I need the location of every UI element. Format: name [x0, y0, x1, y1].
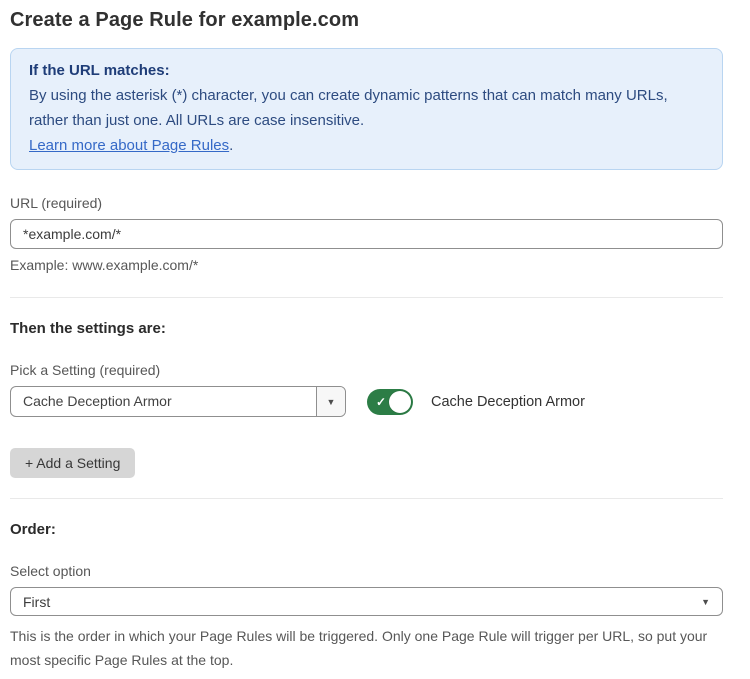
setting-row: Cache Deception Armor ▼ ✓ Cache Deceptio…: [10, 386, 723, 417]
check-icon: ✓: [376, 395, 386, 409]
section-divider: [10, 297, 723, 298]
caret-down-icon: ▼: [327, 397, 336, 407]
select-option-label: Select option: [10, 563, 723, 579]
order-section-heading: Order:: [10, 521, 723, 538]
url-example-helper: Example: www.example.com/*: [10, 257, 723, 273]
learn-more-link[interactable]: Learn more about Page Rules: [29, 137, 229, 154]
toggle-knob: [389, 391, 411, 413]
setting-toggle-label: Cache Deception Armor: [431, 394, 585, 410]
setting-toggle[interactable]: ✓: [367, 389, 413, 415]
setting-dropdown-value: Cache Deception Armor: [11, 387, 316, 416]
info-box-heading: If the URL matches:: [29, 58, 704, 83]
create-page-rule-form: Create a Page Rule for example.com If th…: [0, 0, 750, 679]
url-field-label: URL (required): [10, 195, 723, 211]
dropdown-arrow-button[interactable]: ▼: [316, 387, 345, 416]
info-box-body: By using the asterisk (*) character, you…: [29, 83, 704, 133]
section-divider: [10, 498, 723, 499]
url-input[interactable]: [10, 219, 723, 249]
settings-section-heading: Then the settings are:: [10, 320, 723, 337]
order-select[interactable]: First ▼: [10, 587, 723, 616]
url-matches-info-box: If the URL matches: By using the asteris…: [10, 48, 723, 170]
pick-setting-label: Pick a Setting (required): [10, 362, 723, 378]
page-title: Create a Page Rule for example.com: [10, 9, 723, 32]
info-box-link-line: Learn more about Page Rules.: [29, 133, 704, 158]
setting-dropdown[interactable]: Cache Deception Armor ▼: [10, 386, 346, 417]
caret-down-icon: ▼: [701, 597, 710, 607]
order-select-value: First: [23, 594, 701, 610]
add-setting-button[interactable]: + Add a Setting: [10, 448, 135, 478]
order-helper-text: This is the order in which your Page Rul…: [10, 624, 723, 672]
link-suffix-period: .: [229, 137, 233, 154]
